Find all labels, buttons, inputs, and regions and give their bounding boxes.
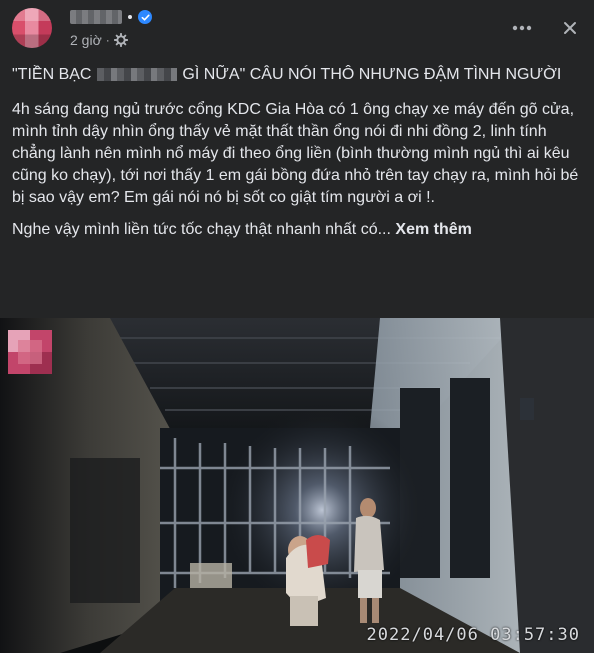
- close-button[interactable]: [556, 14, 584, 42]
- post-preview: Nghe vậy mình liền tức tốc chạy thật nha…: [12, 219, 582, 241]
- post-preview-text: Nghe vậy mình liền tức tốc chạy thật nha…: [12, 221, 391, 238]
- author-name-redacted[interactable]: [70, 10, 122, 24]
- video-timestamp: 2022/04/06 03:57:30: [366, 625, 580, 645]
- author-row: [70, 8, 152, 26]
- post-title: "TIỀN BẠC GÌ NỮA" CÂU NÓI THÔ NHƯNG ĐẬM …: [12, 64, 582, 86]
- post-text: 4h sáng đang ngủ trước cổng KDC Gia Hòa …: [12, 101, 579, 206]
- title-redacted-word: [96, 68, 177, 82]
- more-options-button[interactable]: [508, 14, 536, 42]
- video-frame: [0, 318, 594, 653]
- gear-icon[interactable]: [113, 32, 128, 48]
- close-icon: [564, 22, 576, 34]
- post-title-end: GÌ NỮA" CÂU NÓI THÔ NHƯNG ĐẬM TÌNH NGƯỜI: [182, 66, 562, 83]
- post-video[interactable]: 2022/04/06 03:57:30: [0, 318, 594, 653]
- author-name-dot: [128, 15, 132, 19]
- header-actions: [508, 14, 584, 42]
- meta-separator: ·: [105, 33, 110, 47]
- see-more-link[interactable]: Xem thêm: [395, 221, 471, 238]
- avatar[interactable]: [12, 8, 52, 48]
- verified-badge-icon: [138, 10, 152, 24]
- post-time[interactable]: 2 giờ: [70, 32, 102, 48]
- post-title-start: "TIỀN BẠC: [12, 66, 92, 83]
- more-horizontal-icon: [512, 25, 532, 31]
- post-body: "TIỀN BẠC GÌ NỮA" CÂU NÓI THÔ NHƯNG ĐẬM …: [12, 64, 582, 251]
- post-header: 2 giờ ·: [0, 0, 594, 60]
- post-meta: 2 giờ ·: [70, 32, 128, 48]
- blurred-logo: [8, 330, 52, 374]
